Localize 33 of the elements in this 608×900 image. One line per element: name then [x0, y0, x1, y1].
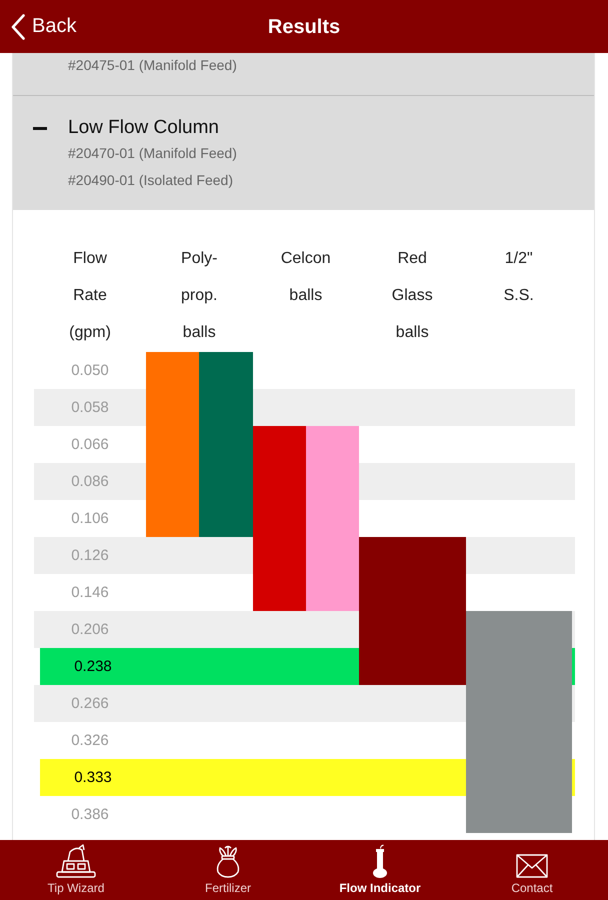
flow-rate: 0.086	[70, 472, 110, 490]
flow-rate: 0.326	[70, 732, 110, 750]
column-header: 1/2" S.S.	[504, 249, 534, 306]
envelope-icon	[516, 854, 548, 878]
column-header: Celcon balls	[280, 249, 331, 306]
tab[interactable]: Flow Indicator	[304, 840, 456, 900]
back-button[interactable]: Back	[0, 10, 82, 44]
flow-rate: 0.058	[70, 398, 110, 416]
flow-rate: 0.333	[73, 768, 113, 786]
machine-icon	[56, 844, 96, 878]
flow-rate: 0.050	[70, 362, 110, 380]
column-header: Red Glass balls	[392, 249, 433, 343]
tab[interactable]: Fertilizer	[152, 840, 304, 900]
chevron-left-icon	[11, 14, 25, 40]
flow-rate: 0.386	[70, 806, 110, 824]
page-title: Results	[268, 14, 340, 40]
part-number: #20475-01 (Manifold Feed)	[68, 56, 238, 75]
part-number: #20470-01 (Manifold Feed)	[67, 144, 238, 163]
flow-rate: 0.266	[70, 694, 110, 712]
tube-icon	[371, 844, 389, 878]
flow-rate: 0.146	[70, 584, 110, 602]
part-number: #20490-01 (Isolated Feed)	[67, 171, 234, 190]
flow-rate: 0.126	[70, 546, 110, 564]
flow-rate: 0.206	[70, 620, 110, 638]
flow-rate: 0.238	[73, 658, 113, 676]
flow-rate: 0.066	[70, 436, 110, 454]
tab[interactable]: Tip Wizard	[0, 840, 152, 900]
section-header[interactable]: Low Flow Column	[13, 116, 229, 140]
flow-rate: 0.106	[70, 510, 110, 528]
column-header: Poly- prop. balls	[181, 249, 218, 343]
column-header: Flow Rate (gpm)	[69, 249, 111, 343]
sack-icon	[214, 844, 242, 878]
tab[interactable]: Contact	[456, 840, 608, 900]
